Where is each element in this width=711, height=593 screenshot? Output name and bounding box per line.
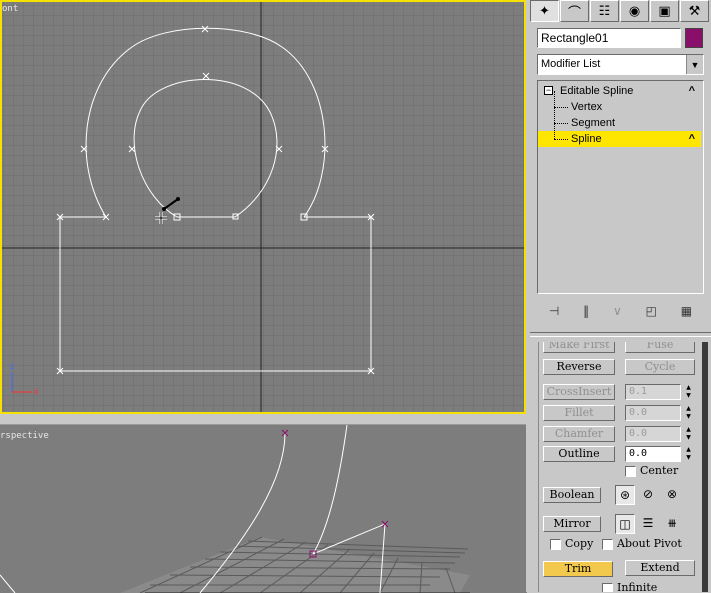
create-pointer-icon: ✦ [539, 3, 550, 19]
display-icon: ▣ [658, 3, 671, 19]
svg-text:z: z [10, 362, 14, 371]
object-name-field[interactable]: Rectangle01 [537, 28, 681, 48]
chevron-down-icon[interactable]: ▼ [686, 55, 703, 74]
mirror-vertical-icon[interactable]: ☰ [638, 514, 658, 534]
infinite-bounds-label: Infinite [617, 581, 658, 592]
stack-item-label: Segment [571, 117, 616, 129]
chevron-up-icon[interactable]: ^ [689, 131, 695, 147]
trim-button[interactable]: Trim [543, 561, 613, 577]
fillet-button[interactable]: Fillet [543, 405, 615, 421]
modifier-stack: − Editable Spline ^ Vertex Segment Splin… [537, 80, 704, 294]
fillet-amount-field[interactable]: 0.0 [625, 405, 681, 421]
infinite-bounds-checkbox[interactable] [602, 583, 613, 592]
about-pivot-label: About Pivot [617, 537, 682, 550]
front-viewport-canvas[interactable]: z x [2, 2, 524, 412]
chamfer-amount-field[interactable]: 0.0 [625, 426, 681, 442]
configure-modifier-sets-icon[interactable]: ▦ [681, 304, 692, 318]
perspective-grid [120, 536, 470, 593]
fillet-spinner[interactable]: ▲ ▼ [684, 405, 693, 421]
about-pivot-checkbox[interactable] [602, 539, 613, 550]
geometry-rollout: Make First Fuse Reverse Cycle CrossInser… [538, 342, 705, 592]
crossinsert-threshold-field[interactable]: 0.1 [625, 384, 681, 400]
chevron-up-icon[interactable]: ^ [689, 83, 695, 99]
utilities-tab[interactable]: ⚒ [680, 0, 709, 22]
make-unique-icon[interactable]: ∨ [613, 304, 622, 318]
mirror-horizontal-icon[interactable]: ◫ [615, 514, 635, 534]
boolean-subtract-icon[interactable]: ⊘ [638, 485, 658, 505]
motion-icon: ◉ [628, 3, 641, 19]
svg-text:x: x [34, 387, 39, 396]
stack-item-editable-spline[interactable]: − Editable Spline ^ [538, 83, 701, 99]
make-first-button[interactable]: Make First [543, 342, 615, 353]
cycle-button[interactable]: Cycle [625, 359, 695, 375]
chamfer-spinner[interactable]: ▲ ▼ [684, 426, 693, 442]
stack-item-label: Editable Spline [560, 85, 634, 97]
boolean-union-icon[interactable]: ⊛ [615, 485, 635, 505]
outline-button[interactable]: Outline [543, 446, 615, 462]
crossinsert-button[interactable]: CrossInsert [543, 384, 615, 400]
extend-button[interactable]: Extend [625, 560, 695, 576]
utilities-hammer-icon: ⚒ [688, 3, 701, 19]
stack-item-vertex[interactable]: Vertex [538, 99, 701, 115]
pin-stack-icon[interactable]: ⊣ [549, 304, 559, 318]
chamfer-button[interactable]: Chamfer [543, 426, 615, 442]
object-color-swatch[interactable] [685, 28, 703, 48]
modify-tab[interactable]: ⌒ [560, 0, 589, 22]
hierarchy-tab[interactable]: ☷ [590, 0, 619, 22]
crossinsert-spinner[interactable]: ▲ ▼ [684, 384, 693, 400]
command-panel: ✦ ⌒ ☷ ◉ ▣ ⚒ Rectangle01 Modifier List ▼ … [530, 0, 711, 592]
center-checkbox[interactable] [625, 466, 636, 477]
mirror-button[interactable]: Mirror [543, 516, 601, 532]
stack-toolbar: ⊣ ‖ ∨ ◰ ▦ [537, 300, 704, 322]
remove-modifier-icon[interactable]: ◰ [646, 304, 657, 318]
create-tab[interactable]: ✦ [530, 0, 559, 22]
command-panel-tabs: ✦ ⌒ ☷ ◉ ▣ ⚒ [530, 0, 711, 24]
stack-item-label: Spline [571, 133, 602, 145]
boolean-button[interactable]: Boolean [543, 487, 601, 503]
front-viewport[interactable]: z x ont [0, 0, 526, 414]
motion-tab[interactable]: ◉ [620, 0, 649, 22]
stack-item-label: Vertex [571, 101, 603, 113]
modifier-list-dropdown[interactable]: Modifier List ▼ [537, 54, 704, 75]
collapse-icon[interactable]: − [544, 86, 553, 95]
boolean-intersect-icon[interactable]: ⊗ [662, 485, 682, 505]
perspective-viewport-canvas[interactable] [0, 425, 527, 593]
stack-item-segment[interactable]: Segment [538, 115, 701, 131]
copy-label: Copy [565, 537, 594, 550]
mirror-both-icon[interactable]: ⧻ [662, 514, 682, 534]
center-label: Center [640, 464, 679, 477]
display-tab[interactable]: ▣ [650, 0, 679, 22]
copy-checkbox[interactable] [550, 539, 561, 550]
viewport-label-perspective[interactable]: rspective [0, 431, 49, 441]
persp-inner-arc [312, 425, 348, 555]
modifier-list-label: Modifier List [541, 58, 601, 70]
stack-item-spline[interactable]: Spline ^ [538, 131, 701, 147]
stack-tree-line [554, 91, 555, 139]
outline-amount-field[interactable]: 0.0 [625, 446, 681, 462]
perspective-viewport[interactable]: rspective [0, 424, 527, 593]
viewport-label-front[interactable]: ont [2, 4, 18, 14]
reverse-button[interactable]: Reverse [543, 359, 615, 375]
modify-arc-icon: ⌒ [567, 5, 581, 21]
fuse-button[interactable]: Fuse [625, 342, 695, 353]
outline-spinner[interactable]: ▲ ▼ [684, 446, 693, 462]
show-end-result-icon[interactable]: ‖ [583, 304, 589, 318]
rollout-scrollbar[interactable] [702, 342, 708, 592]
hierarchy-icon: ☷ [598, 3, 611, 19]
